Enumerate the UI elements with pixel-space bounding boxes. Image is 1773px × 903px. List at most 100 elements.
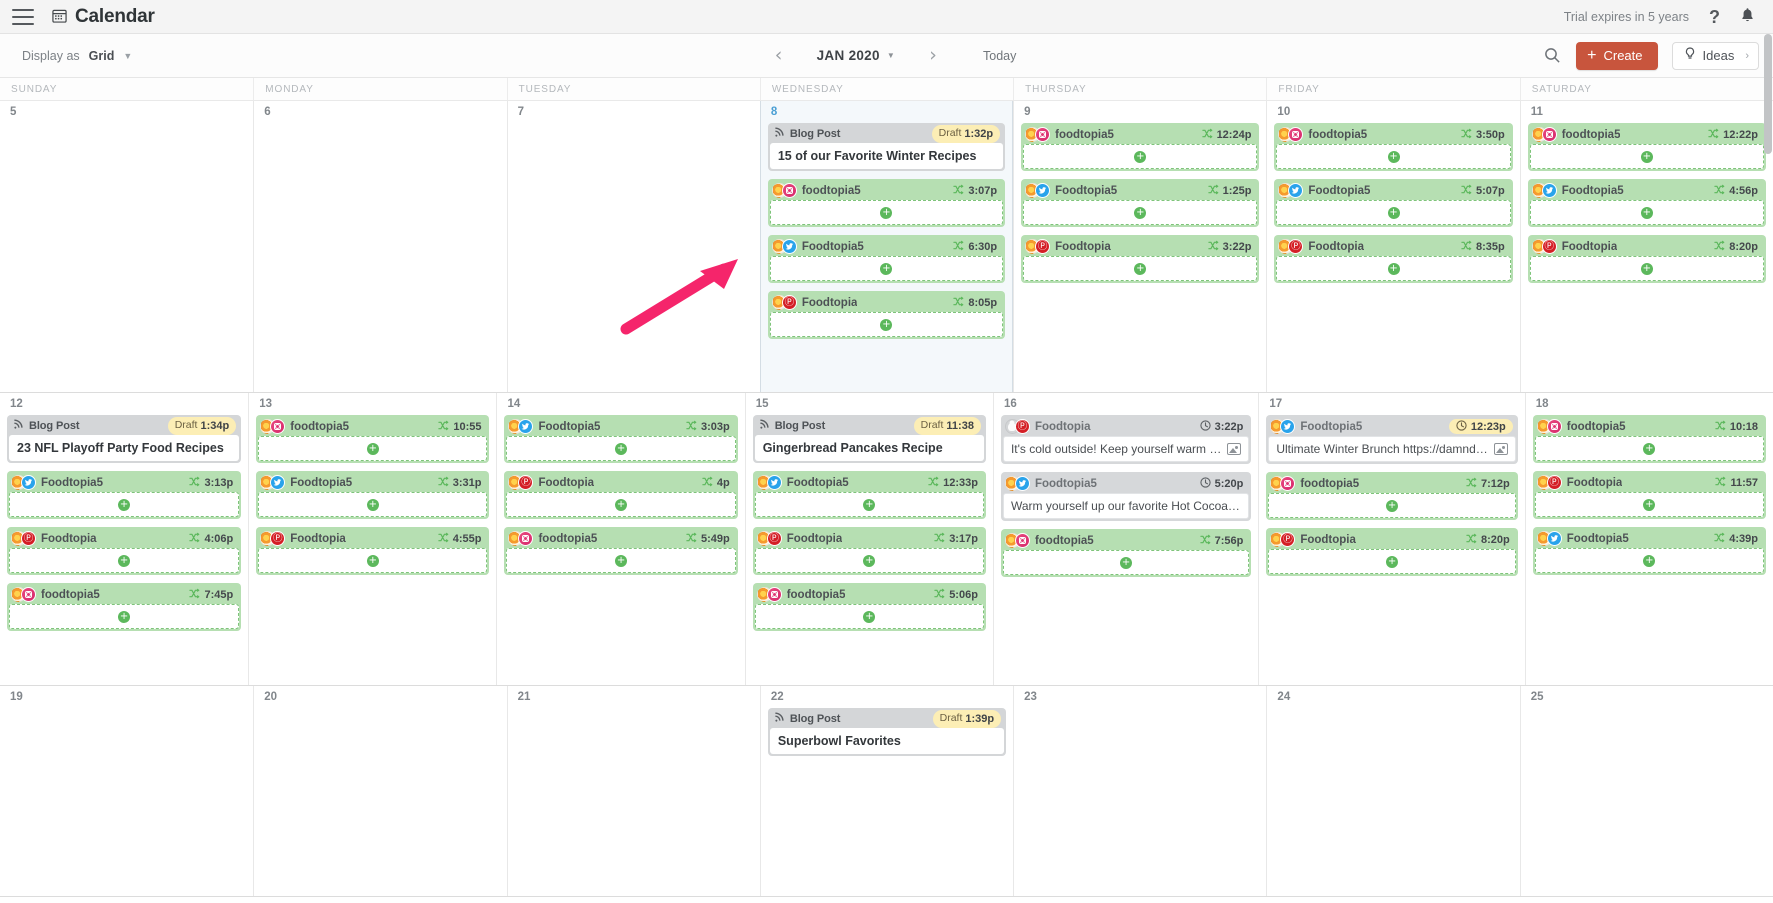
calendar-day-cell[interactable]: 13 foodtopia5 10:55 + Foodtopia5 3:31p + Ⓟ Foodt… (248, 393, 496, 685)
social-post-event-card[interactable]: Foodtopia5 5:20p Warm yourself up our favo… (1000, 472, 1252, 521)
social-post-event-card[interactable]: foodtopia5 7:56p + (1000, 529, 1252, 577)
social-post-event-card[interactable]: Foodtopia5 4:39p + (1532, 527, 1766, 575)
ideas-button[interactable]: Ideas › (1671, 41, 1759, 70)
empty-post-slot[interactable]: + (1023, 200, 1258, 225)
social-post-event-card[interactable]: Ⓟ Foodtopia 4p + (504, 471, 738, 519)
calendar-day-cell[interactable]: 8 Blog Post Draft 1:32p 15 of our Favorite W… (759, 101, 1014, 392)
social-post-event-card[interactable]: Foodtopia5 4:56p + (1527, 179, 1766, 227)
empty-post-slot[interactable]: + (9, 492, 240, 517)
empty-post-slot[interactable]: + (506, 548, 736, 573)
calendar-day-cell[interactable]: 25 (1519, 686, 1773, 896)
empty-post-slot[interactable]: + (1534, 492, 1764, 517)
vertical-scrollbar[interactable] (1764, 34, 1772, 154)
blog-post-event-card[interactable]: Blog Post Draft 1:32p 15 of our Favorite Wi… (767, 123, 1006, 171)
empty-post-slot[interactable]: + (1276, 144, 1511, 169)
empty-post-slot[interactable]: + (769, 312, 1004, 337)
empty-post-slot[interactable]: + (258, 436, 488, 461)
social-post-event-card[interactable]: foodtopia5 5:06p + (752, 583, 986, 631)
social-post-event-card[interactable]: Foodtopia5 6:30p + (767, 235, 1006, 283)
calendar-day-cell[interactable]: 12 Blog Post Draft 1:34p 23 NFL Playoff Part… (0, 393, 248, 685)
social-post-event-card[interactable]: foodtopia5 3:07p + (767, 179, 1006, 227)
social-post-event-card[interactable]: foodtopia5 12:22p + (1527, 123, 1766, 171)
blog-post-event-card[interactable]: Blog Post Draft 1:39p Superbowl Favorites (767, 708, 1007, 756)
empty-post-slot[interactable]: + (1023, 256, 1258, 281)
empty-post-slot[interactable]: + (1268, 493, 1516, 518)
next-month-button[interactable]: › (911, 46, 955, 65)
empty-post-slot[interactable]: + (506, 492, 736, 517)
empty-post-slot[interactable]: + (754, 604, 984, 629)
social-post-event-card[interactable]: Foodtopia5 3:03p + (504, 415, 738, 463)
today-button[interactable]: Today (983, 49, 1016, 63)
empty-post-slot[interactable]: + (506, 436, 736, 461)
social-post-event-card[interactable]: Ⓟ Foodtopia 4:55p + (256, 527, 490, 575)
empty-post-slot[interactable]: + (9, 548, 240, 573)
calendar-day-cell[interactable]: 19 (0, 686, 253, 896)
social-post-event-card[interactable]: foodtopia5 7:12p + (1266, 472, 1518, 520)
social-post-event-card[interactable]: Ⓟ Foodtopia 3:22p + (1021, 235, 1260, 283)
calendar-day-cell[interactable]: 22 Blog Post Draft 1:39p Superbowl Favorites (759, 686, 1013, 896)
hamburger-menu-icon[interactable] (12, 8, 34, 25)
social-post-event-card[interactable]: Ⓟ Foodtopia 4:06p + (7, 527, 242, 575)
calendar-day-cell[interactable]: 5 (0, 101, 253, 392)
social-post-event-card[interactable]: Ⓟ Foodtopia 8:05p + (767, 291, 1006, 339)
empty-post-slot[interactable]: + (1268, 549, 1516, 574)
calendar-day-cell[interactable]: 17 Foodtopia5 12:23p Ultimate Winter Brunch… (1258, 393, 1524, 685)
month-selector[interactable]: JAN 2020 ▼ (817, 48, 895, 63)
blog-post-event-card[interactable]: Blog Post Draft 11:38 Gingerbread Pancakes … (752, 415, 986, 463)
display-as-control[interactable]: Display as Grid ▼ (22, 49, 132, 63)
social-post-event-card[interactable]: Ⓟ Foodtopia 3:17p + (752, 527, 986, 575)
social-post-event-card[interactable]: foodtopia5 7:45p + (7, 583, 242, 631)
empty-post-slot[interactable]: + (769, 256, 1004, 281)
calendar-day-cell[interactable]: 9 foodtopia5 12:24p + Foodtopia5 1:25p + Ⓟ Foodt… (1013, 101, 1266, 392)
empty-post-slot[interactable]: + (1529, 200, 1764, 225)
notifications-bell-icon[interactable] (1740, 7, 1755, 27)
empty-post-slot[interactable]: + (9, 604, 240, 629)
social-post-event-card[interactable]: Ⓟ Foodtopia 3:22p It's cold outside! Keep y… (1000, 415, 1252, 464)
calendar-day-cell[interactable]: 10 foodtopia5 3:50p + Foodtopia5 5:07p + Ⓟ Foodt… (1266, 101, 1519, 392)
empty-post-slot[interactable]: + (1529, 256, 1764, 281)
empty-post-slot[interactable]: + (1276, 256, 1511, 281)
social-post-event-card[interactable]: foodtopia5 10:55 + (256, 415, 490, 463)
social-post-event-card[interactable]: Foodtopia5 12:33p + (752, 471, 986, 519)
calendar-day-cell[interactable]: 15 Blog Post Draft 11:38 Gingerbread Pancake… (744, 393, 993, 685)
empty-post-slot[interactable]: + (1276, 200, 1511, 225)
empty-post-slot[interactable]: + (754, 492, 984, 517)
social-post-event-card[interactable]: foodtopia5 12:24p + (1021, 123, 1260, 171)
social-post-event-card[interactable]: Foodtopia5 3:13p + (7, 471, 242, 519)
empty-post-slot[interactable]: + (1529, 144, 1764, 169)
empty-post-slot[interactable]: + (1534, 436, 1764, 461)
social-post-event-card[interactable]: Foodtopia5 3:31p + (256, 471, 490, 519)
calendar-day-cell[interactable]: 16 Ⓟ Foodtopia 3:22p It's cold outside! Keep… (992, 393, 1258, 685)
blog-post-event-card[interactable]: Blog Post Draft 1:34p 23 NFL Playoff Party … (7, 415, 242, 463)
calendar-day-cell[interactable]: 18 foodtopia5 10:18 + Ⓟ Foodtopia 11:57 + Foodto… (1524, 393, 1773, 685)
social-post-event-card[interactable]: Foodtopia5 5:07p + (1274, 179, 1513, 227)
empty-post-slot[interactable]: + (1534, 548, 1764, 573)
empty-post-slot[interactable]: + (258, 492, 488, 517)
calendar-day-cell[interactable]: 11 foodtopia5 12:22p + Foodtopia5 4:56p + Ⓟ Food… (1519, 101, 1773, 392)
calendar-day-cell[interactable]: 14 Foodtopia5 3:03p + Ⓟ Foodtopia 4p + foodtopia… (496, 393, 744, 685)
social-post-event-card[interactable]: Foodtopia5 12:23p Ultimate Winter Brunch h… (1266, 415, 1518, 464)
empty-post-slot[interactable]: + (769, 200, 1004, 225)
prev-month-button[interactable]: ‹ (757, 46, 801, 65)
empty-post-slot[interactable]: + (1023, 144, 1258, 169)
calendar-day-cell[interactable]: 23 (1013, 686, 1266, 896)
social-post-event-card[interactable]: Ⓟ Foodtopia 8:20p + (1527, 235, 1766, 283)
calendar-day-cell[interactable]: 20 (253, 686, 506, 896)
create-button[interactable]: + Create (1576, 41, 1658, 70)
calendar-day-cell[interactable]: 7 (506, 101, 760, 392)
calendar-day-cell[interactable]: 21 (506, 686, 760, 896)
social-post-event-card[interactable]: foodtopia5 10:18 + (1532, 415, 1766, 463)
empty-post-slot[interactable]: + (754, 548, 984, 573)
social-post-event-card[interactable]: foodtopia5 5:49p + (504, 527, 738, 575)
social-post-event-card[interactable]: Foodtopia5 1:25p + (1021, 179, 1260, 227)
calendar-day-cell[interactable]: 24 (1266, 686, 1519, 896)
help-icon[interactable]: ? (1709, 8, 1720, 26)
empty-post-slot[interactable]: + (1002, 550, 1250, 575)
social-post-event-card[interactable]: Ⓟ Foodtopia 8:20p + (1266, 528, 1518, 576)
empty-post-slot[interactable]: + (258, 548, 488, 573)
search-icon[interactable] (1542, 46, 1562, 66)
calendar-day-cell[interactable]: 6 (253, 101, 506, 392)
social-post-event-card[interactable]: Ⓟ Foodtopia 11:57 + (1532, 471, 1766, 519)
social-post-event-card[interactable]: Ⓟ Foodtopia 8:35p + (1274, 235, 1513, 283)
social-post-event-card[interactable]: foodtopia5 3:50p + (1274, 123, 1513, 171)
